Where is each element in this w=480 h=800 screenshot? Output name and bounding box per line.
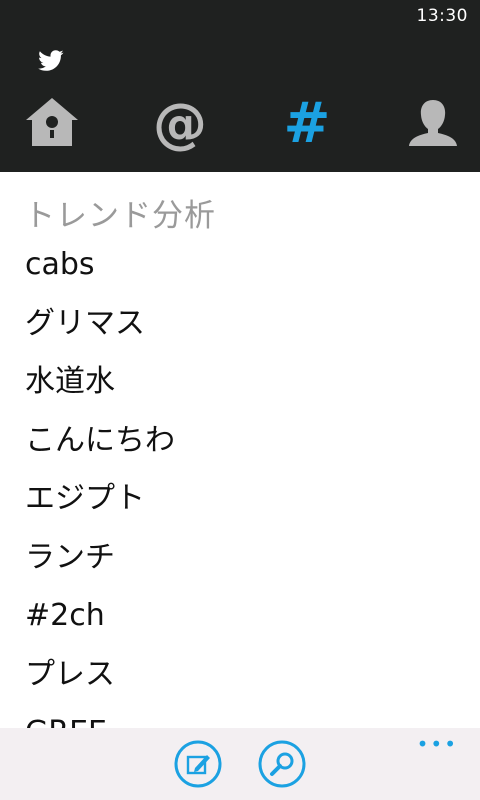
status-clock: 13:30	[416, 6, 468, 26]
tab-mentions[interactable]: @	[150, 96, 210, 152]
page-title: トレンド分析	[24, 198, 216, 234]
header: 13:30 @ #	[0, 0, 480, 172]
tab-home[interactable]	[22, 96, 82, 152]
search-button[interactable]	[258, 740, 306, 788]
hashtag-icon: #	[283, 91, 331, 156]
trend-item[interactable]: プレス	[0, 652, 480, 711]
tab-profile[interactable]	[403, 96, 463, 152]
app-bar: •••	[0, 728, 480, 800]
person-icon	[403, 96, 463, 152]
home-birdhouse-icon	[22, 96, 82, 152]
trend-list: cabs グリマス 水道水 こんにちわ エジプト ランチ #2ch プレス GR…	[0, 242, 480, 728]
compose-button[interactable]	[174, 740, 222, 788]
trend-item[interactable]: #2ch	[0, 593, 480, 652]
trend-item[interactable]: こんにちわ	[0, 418, 480, 477]
trend-item[interactable]: ランチ	[0, 535, 480, 594]
at-sign-icon: @	[153, 92, 207, 155]
trend-item[interactable]: 水道水	[0, 359, 480, 418]
trend-item[interactable]: cabs	[0, 242, 480, 301]
twitter-bird-icon	[38, 50, 64, 72]
search-icon	[258, 740, 306, 792]
app-screen: 13:30 @ # トレンド分析 cabs グリマス 水道水 こんにちわ エジプ…	[0, 0, 480, 800]
tab-trends[interactable]: #	[277, 96, 337, 152]
trend-item[interactable]: GREE	[0, 710, 480, 728]
trends-panel: トレンド分析 cabs グリマス 水道水 こんにちわ エジプト ランチ #2ch…	[0, 172, 480, 728]
trend-item[interactable]: エジプト	[0, 476, 480, 535]
compose-icon	[174, 740, 222, 792]
more-options-button[interactable]: •••	[417, 734, 458, 754]
trend-item[interactable]: グリマス	[0, 301, 480, 360]
